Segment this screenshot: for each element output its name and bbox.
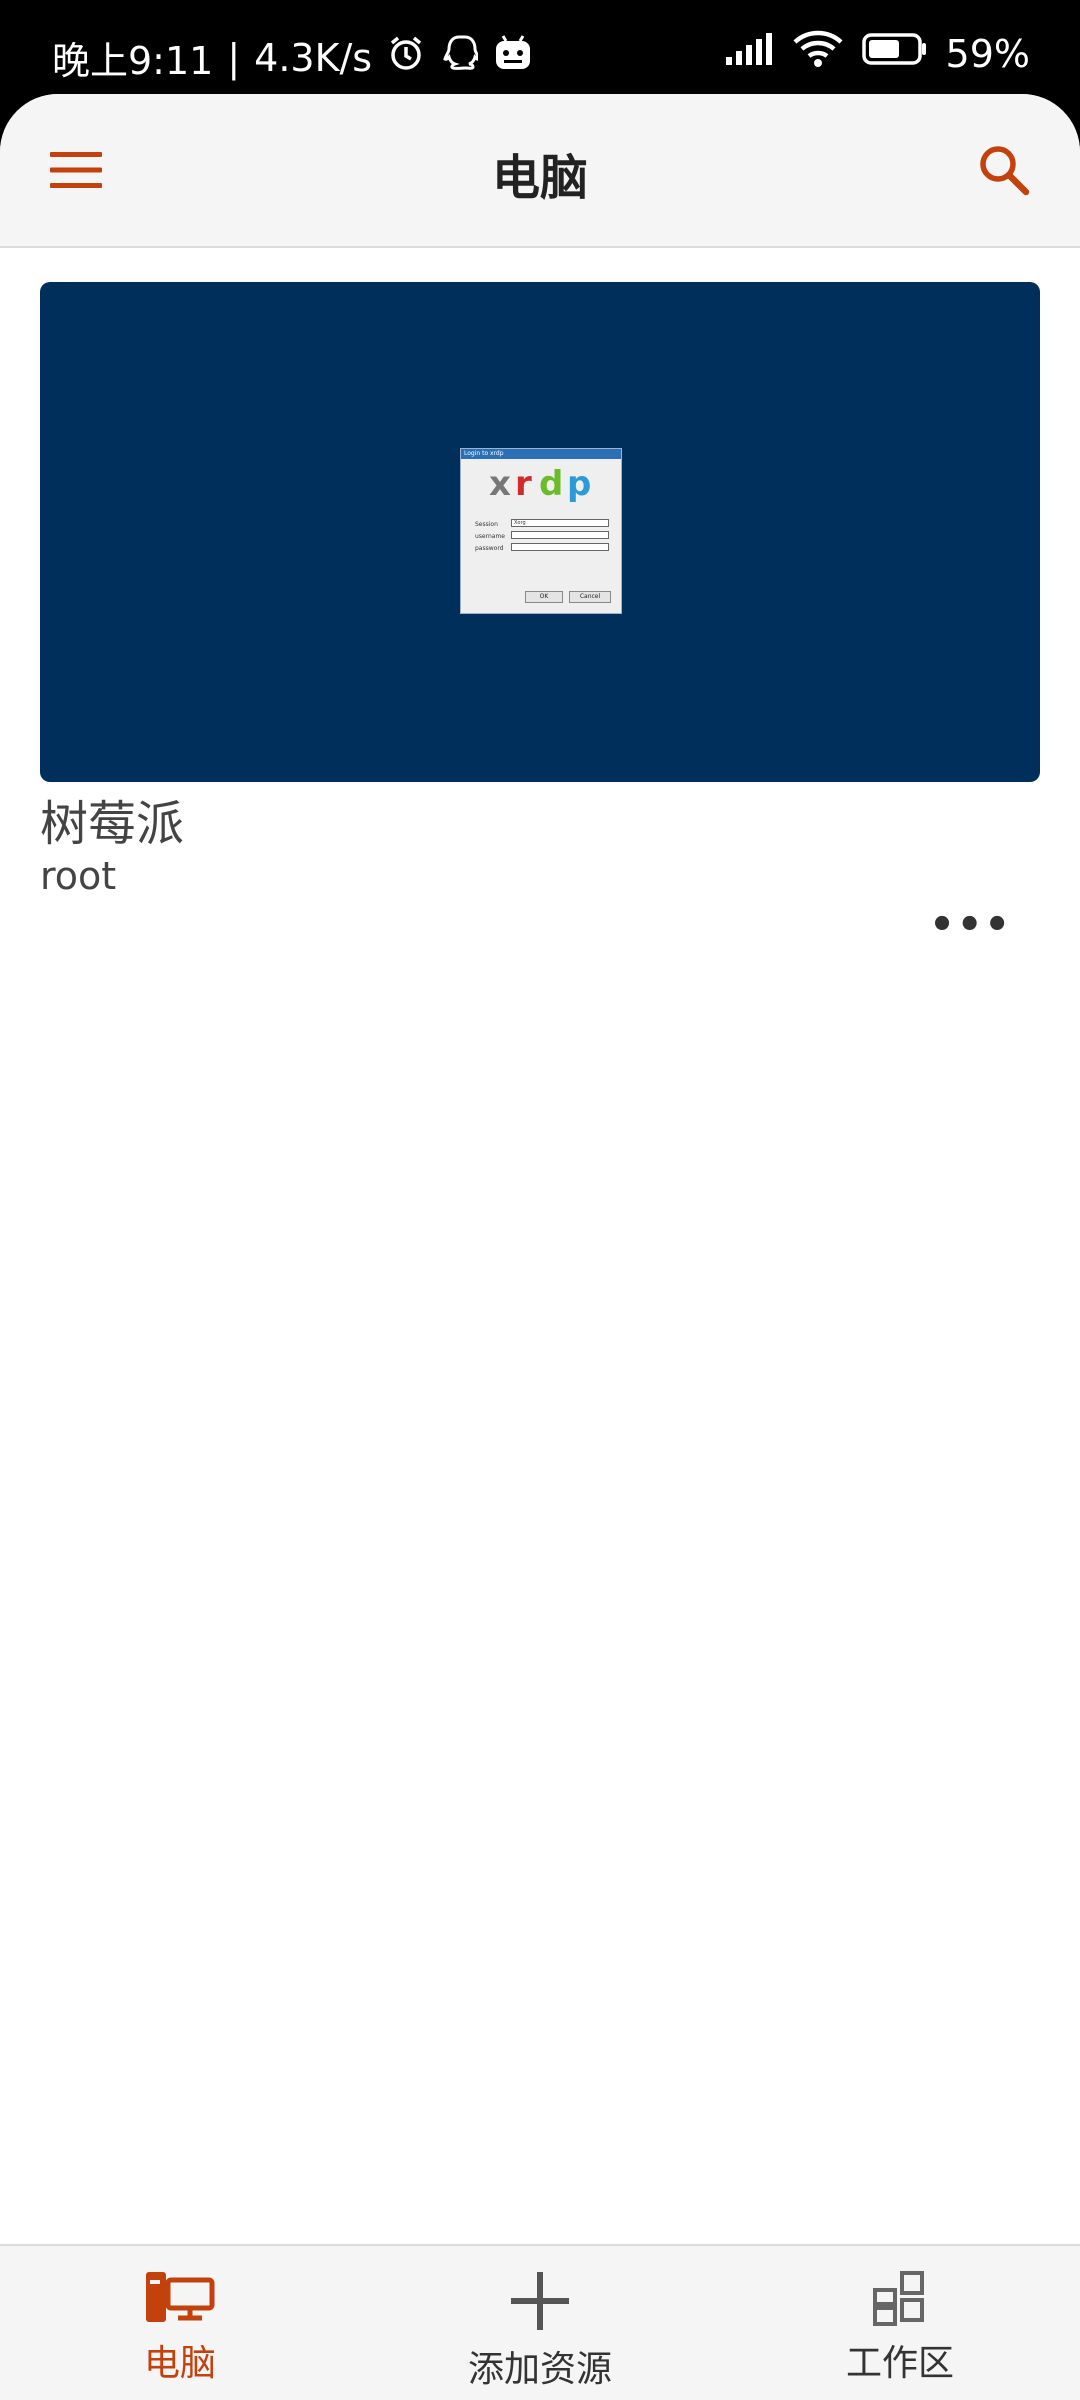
plus-icon <box>511 2272 569 2330</box>
xrdp-username-label: username <box>475 533 505 540</box>
app-window: 电脑 Login to xrdp x r d p Session Xorg us… <box>0 94 1080 2400</box>
xrdp-cancel-button: Cancel <box>569 591 611 603</box>
computer-user: root <box>40 854 117 898</box>
xrdp-password-label: password <box>475 545 504 552</box>
status-bar: 晚上9:11 | 4.3K/s 59% <box>0 0 1080 100</box>
search-button[interactable] <box>972 138 1036 202</box>
xrdp-session-select: Xorg <box>511 519 609 527</box>
xrdp-session-label: Session <box>475 521 498 528</box>
network-speed: 4.3K/s <box>254 35 373 80</box>
bottom-navigation: 电脑 添加资源 工作区 <box>0 2244 1080 2400</box>
xrdp-logo-r: r <box>515 465 532 504</box>
nav-label-add-resource: 添加资源 <box>467 2349 612 2390</box>
xrdp-logo-p: p <box>567 465 591 504</box>
search-icon <box>980 146 1030 196</box>
more-options-button[interactable]: ••• <box>929 902 1012 948</box>
xrdp-username-field <box>511 531 609 539</box>
qq-icon <box>440 33 481 82</box>
wifi-icon <box>792 30 844 77</box>
status-time: 晚上9:11 <box>52 39 214 83</box>
robot-icon <box>492 33 534 82</box>
status-right: 59% <box>724 30 1030 77</box>
computer-icon <box>146 2272 215 2322</box>
battery-percent: 59% <box>945 31 1030 76</box>
xrdp-dialog-title: Login to xrdp <box>461 449 621 459</box>
xrdp-logo-x: x <box>489 465 511 504</box>
nav-item-workspace[interactable]: 工作区 <box>750 2246 1050 2386</box>
signal-icon <box>724 31 774 76</box>
top-app-bar: 电脑 <box>0 94 1080 248</box>
computer-name: 树莓派 <box>40 796 185 852</box>
xrdp-login-dialog-preview: Login to xrdp x r d p Session Xorg usern… <box>460 448 622 614</box>
nav-label-workspace: 工作区 <box>845 2343 954 2384</box>
battery-icon <box>861 31 928 76</box>
status-divider: | <box>227 35 241 80</box>
alarm-icon <box>386 33 426 82</box>
nav-item-add-resource[interactable]: 添加资源 <box>390 2246 690 2392</box>
grid-icon <box>873 2271 924 2326</box>
page-title: 电脑 <box>491 150 588 206</box>
xrdp-logo: x r d p <box>489 465 591 504</box>
nav-label-computers: 电脑 <box>143 2343 216 2384</box>
status-left: 晚上9:11 | 4.3K/s <box>52 30 534 85</box>
xrdp-password-field <box>511 543 609 551</box>
xrdp-logo-d: d <box>539 465 563 504</box>
xrdp-ok-button: OK <box>525 591 563 603</box>
nav-item-computers[interactable]: 电脑 <box>30 2246 330 2386</box>
remote-desktop-thumbnail[interactable]: Login to xrdp x r d p Session Xorg usern… <box>40 282 1040 782</box>
computer-card[interactable]: Login to xrdp x r d p Session Xorg usern… <box>40 282 1040 782</box>
